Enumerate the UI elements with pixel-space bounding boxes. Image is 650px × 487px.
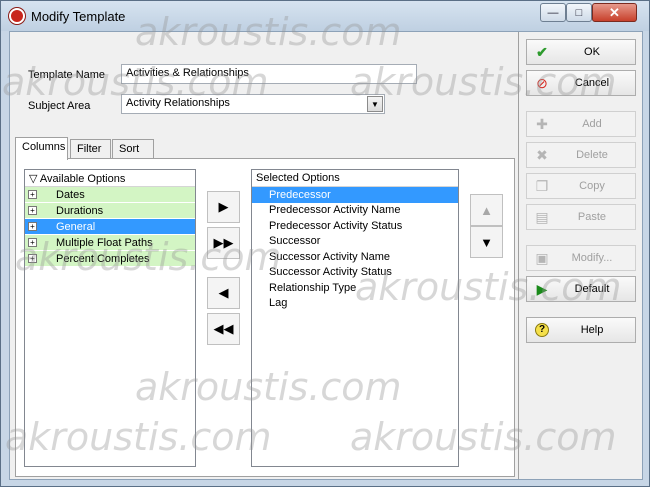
minimize-icon: — [547,6,559,19]
tree-item-multiple-float-paths[interactable]: + Multiple Float Paths [25,235,195,251]
chevron-down-icon[interactable]: ▼ [367,96,383,112]
arrow-left-icon: ◀ [218,285,229,300]
default-button[interactable]: ▶ Default [526,276,636,302]
available-options-list[interactable]: ▽ Available Options + Dates + Durations … [24,169,196,467]
dialog-body: Template Name Activities & Relationships… [9,31,643,480]
move-up-button[interactable]: ▲ [470,194,503,226]
close-button[interactable]: ✕ [592,3,637,22]
selected-options-list[interactable]: Selected Options Predecessor Predecessor… [251,169,459,467]
copy-icon: ❐ [535,177,549,194]
tab-columns[interactable]: Columns [15,137,68,160]
collapse-icon[interactable]: ▽ [29,173,37,185]
modify-button[interactable]: ▣ Modify... [526,245,636,271]
list-item[interactable]: Successor Activity Name [252,249,458,265]
expand-icon[interactable]: + [28,238,37,247]
maximize-button[interactable]: □ [566,3,592,22]
close-icon: ✕ [609,4,620,20]
paste-button[interactable]: ▤ Paste [526,204,636,230]
template-name-label: Template Name [28,69,106,81]
double-arrow-right-icon: ▶▶ [213,235,234,250]
available-options-header[interactable]: ▽ Available Options [25,170,195,187]
template-name-field[interactable]: Activities & Relationships [121,64,417,84]
tab-sort[interactable]: Sort [112,139,154,159]
expand-icon[interactable]: + [28,254,37,263]
minimize-button[interactable]: — [540,3,566,22]
list-item[interactable]: Successor Activity Status [252,265,458,281]
modify-template-window: Modify Template — □ ✕ Template Name Acti… [0,0,650,487]
move-right-button[interactable]: ▶ [207,191,240,223]
help-icon: ? [534,322,550,338]
subject-area-label: Subject Area [28,100,91,112]
copy-button[interactable]: ❐ Copy [526,173,636,199]
plus-icon: ✚ [536,115,548,132]
arrow-down-icon: ▼ [480,234,493,250]
app-logo-icon [9,8,25,24]
window-title: Modify Template [31,9,126,24]
cancel-button[interactable]: ⊘ Cancel [526,70,636,96]
subject-area-value: Activity Relationships [126,97,230,109]
move-down-button[interactable]: ▼ [470,226,503,258]
title-bar[interactable]: Modify Template — □ ✕ [1,1,649,31]
list-item-predecessor[interactable]: Predecessor [252,187,458,203]
tree-item-general[interactable]: + General [25,219,195,235]
expand-icon[interactable]: + [28,222,37,231]
ok-button[interactable]: ✔ OK [526,39,636,65]
list-item[interactable]: Predecessor Activity Status [252,218,458,234]
move-all-right-button[interactable]: ▶▶ [207,227,240,259]
columns-tab-panel: ▽ Available Options + Dates + Durations … [15,158,515,477]
move-left-button[interactable]: ◀ [207,277,240,309]
delete-button[interactable]: ✖ Delete [526,142,636,168]
move-all-left-button[interactable]: ◀◀ [207,313,240,345]
double-arrow-left-icon: ◀◀ [213,321,234,336]
list-item[interactable]: Lag [252,296,458,312]
arrow-up-icon: ▲ [480,202,493,218]
help-button[interactable]: ? Help [526,317,636,343]
expand-icon[interactable]: + [28,190,37,199]
x-icon: ✖ [536,146,548,163]
subject-area-select[interactable]: Activity Relationships ▼ [121,94,385,114]
maximize-icon: □ [575,6,583,19]
cancel-icon: ⊘ [536,74,548,91]
list-item[interactable]: Relationship Type [252,280,458,296]
modify-icon: ▣ [535,249,549,266]
tab-filter[interactable]: Filter [70,139,111,159]
paste-icon: ▤ [535,208,549,225]
list-item[interactable]: Successor [252,234,458,250]
tree-item-durations[interactable]: + Durations [25,203,195,219]
expand-icon[interactable]: + [28,206,37,215]
tree-item-dates[interactable]: + Dates [25,187,195,203]
action-button-pane: ✔ OK ⊘ Cancel ✚ Add ✖ Delete ❐ Copy ▤ Pa… [518,32,642,479]
tree-item-percent-completes[interactable]: + Percent Completes [25,251,195,267]
left-pane: Template Name Activities & Relationships… [10,32,516,479]
add-button[interactable]: ✚ Add [526,111,636,137]
selected-options-header: Selected Options [252,170,458,187]
checkmark-icon: ✔ [536,43,548,60]
arrow-right-icon: ▶ [218,199,229,214]
play-icon: ▶ [536,280,548,297]
list-item[interactable]: Predecessor Activity Name [252,203,458,219]
